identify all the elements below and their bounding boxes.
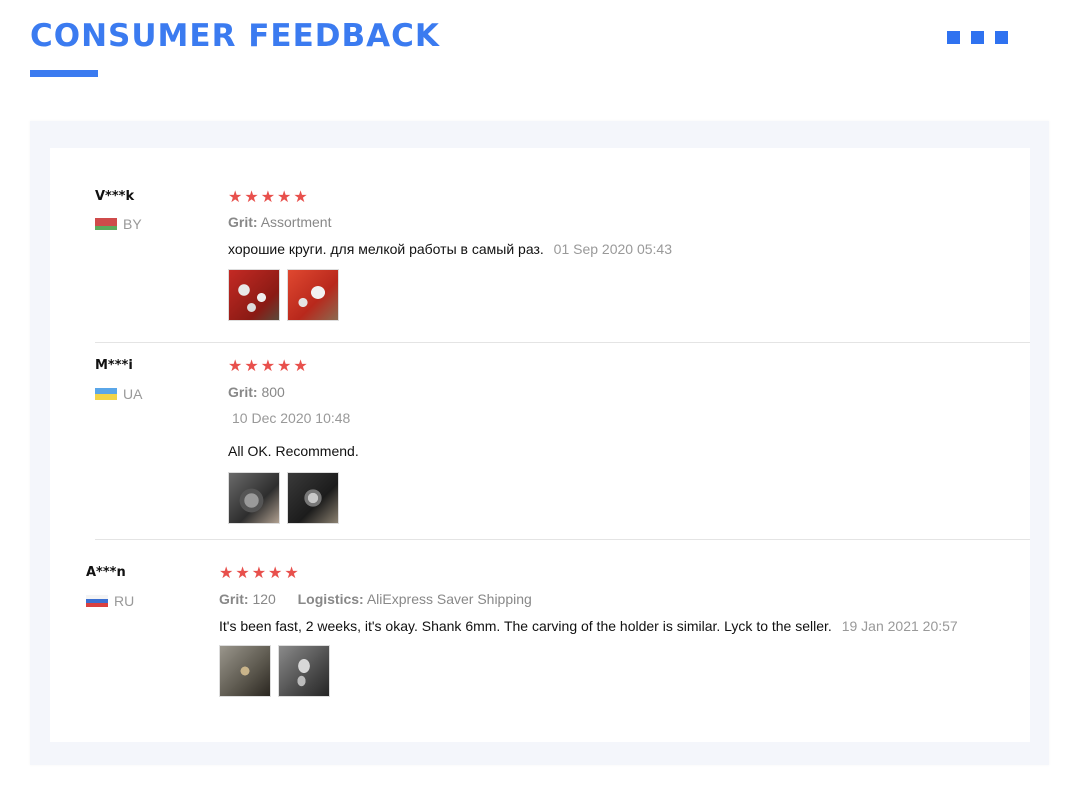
flag-ukraine-icon <box>95 388 117 400</box>
spec-label: Grit: <box>228 214 258 230</box>
star-icon: ★ <box>260 358 276 375</box>
country-code: BY <box>123 216 142 232</box>
menu-dots-icon[interactable] <box>947 31 1008 44</box>
review-date: 10 Dec 2020 10:48 <box>232 410 351 426</box>
star-icon: ★ <box>268 565 283 582</box>
reviewer-country: BY <box>95 216 142 232</box>
product-specs: Grit: 120 Logistics: AliExpress Saver Sh… <box>219 591 532 607</box>
review-photo[interactable] <box>219 645 271 697</box>
dot-icon <box>947 31 960 44</box>
review-photos <box>228 269 339 321</box>
dot-icon <box>971 31 984 44</box>
star-icon: ★ <box>244 189 259 206</box>
star-icon: ★ <box>228 358 243 375</box>
review-photo[interactable] <box>287 472 339 524</box>
star-icon: ★ <box>277 189 292 206</box>
spec-label: Grit: <box>228 384 258 400</box>
review-text-line: It's been fast, 2 weeks, it's okay. Shan… <box>219 618 958 634</box>
review-photo[interactable] <box>228 269 280 321</box>
spec-value: Assortment <box>260 214 332 230</box>
star-icon: ★ <box>251 565 267 582</box>
reviewer-country: RU <box>86 593 134 609</box>
reviewer-name: M***i <box>95 358 133 373</box>
divider <box>95 342 1030 343</box>
reviewer-name: A***n <box>86 565 126 580</box>
review-photo[interactable] <box>287 269 339 321</box>
dot-icon <box>995 31 1008 44</box>
star-icon: ★ <box>235 565 250 582</box>
reviewer-name: V***k <box>95 189 135 204</box>
review-text: All OK. Recommend. <box>228 443 359 459</box>
flag-belarus-icon <box>95 218 117 230</box>
star-icon: ★ <box>293 358 308 375</box>
star-icon: ★ <box>219 565 234 582</box>
flag-russia-icon <box>86 595 108 607</box>
star-rating: ★ ★ ★ ★ ★ <box>228 359 308 375</box>
star-icon: ★ <box>293 189 308 206</box>
review-photos <box>228 472 339 524</box>
star-icon: ★ <box>277 358 292 375</box>
divider <box>95 539 1030 540</box>
spec-value: 800 <box>261 384 285 400</box>
spec-label: Logistics: <box>297 591 364 607</box>
reviewer-country: UA <box>95 386 142 402</box>
title-underline <box>30 70 98 77</box>
review-photo[interactable] <box>228 472 280 524</box>
review-photo[interactable] <box>278 645 330 697</box>
review-text: It's been fast, 2 weeks, it's okay. Shan… <box>219 618 832 634</box>
review-text: хорошие круги. для мелкой работы в самый… <box>228 241 544 257</box>
product-specs: Grit: Assortment <box>228 214 332 230</box>
star-icon: ★ <box>284 565 299 582</box>
review-date: 19 Jan 2021 20:57 <box>841 618 958 634</box>
country-code: RU <box>114 593 135 609</box>
feedback-panel: V***k BY ★ ★ ★ ★ ★ Grit: Assortment хоро… <box>30 121 1049 765</box>
star-icon: ★ <box>244 358 259 375</box>
review-text-line: хорошие круги. для мелкой работы в самый… <box>228 241 672 257</box>
feedback-list: V***k BY ★ ★ ★ ★ ★ Grit: Assortment хоро… <box>50 148 1030 742</box>
product-specs: Grit: 800 <box>228 384 285 400</box>
country-code: UA <box>123 386 143 402</box>
star-rating: ★ ★ ★ ★ ★ <box>228 190 308 206</box>
star-icon: ★ <box>228 189 243 206</box>
spec-value: AliExpress Saver Shipping <box>366 591 532 607</box>
review-photos <box>219 645 330 697</box>
page-title: CONSUMER FEEDBACK <box>30 18 440 54</box>
review-date: 01 Sep 2020 05:43 <box>553 241 672 257</box>
spec-value: 120 <box>252 591 276 607</box>
star-icon: ★ <box>260 189 276 206</box>
spec-label: Grit: <box>219 591 249 607</box>
star-rating: ★ ★ ★ ★ ★ <box>219 566 299 582</box>
